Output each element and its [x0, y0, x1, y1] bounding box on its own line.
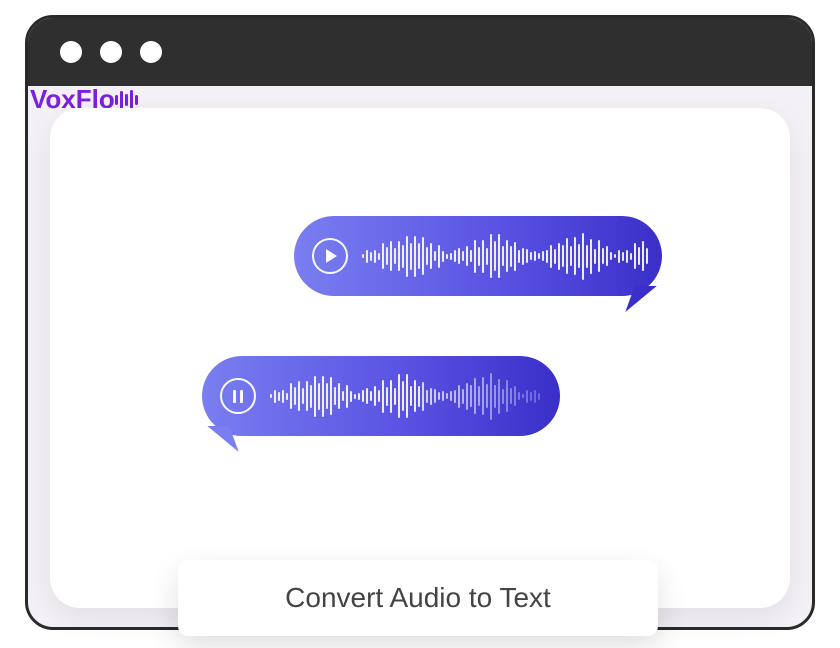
audio-message-bubble[interactable] [294, 216, 662, 296]
content-panel [50, 108, 790, 608]
window-control-dot[interactable] [60, 41, 82, 63]
play-button[interactable] [312, 238, 348, 274]
window-control-dot[interactable] [140, 41, 162, 63]
play-icon [326, 249, 337, 263]
logo-waveform-icon [115, 90, 138, 110]
pause-button[interactable] [220, 378, 256, 414]
audio-waveform[interactable] [362, 216, 648, 296]
audio-message-bubble[interactable] [202, 356, 560, 436]
window-control-dot[interactable] [100, 41, 122, 63]
cta-label: Convert Audio to Text [285, 582, 551, 614]
pause-icon [233, 390, 243, 403]
convert-audio-button[interactable]: Convert Audio to Text [178, 560, 658, 636]
bubble-tail [207, 426, 238, 452]
window-titlebar [28, 18, 812, 86]
audio-waveform[interactable] [270, 356, 542, 436]
